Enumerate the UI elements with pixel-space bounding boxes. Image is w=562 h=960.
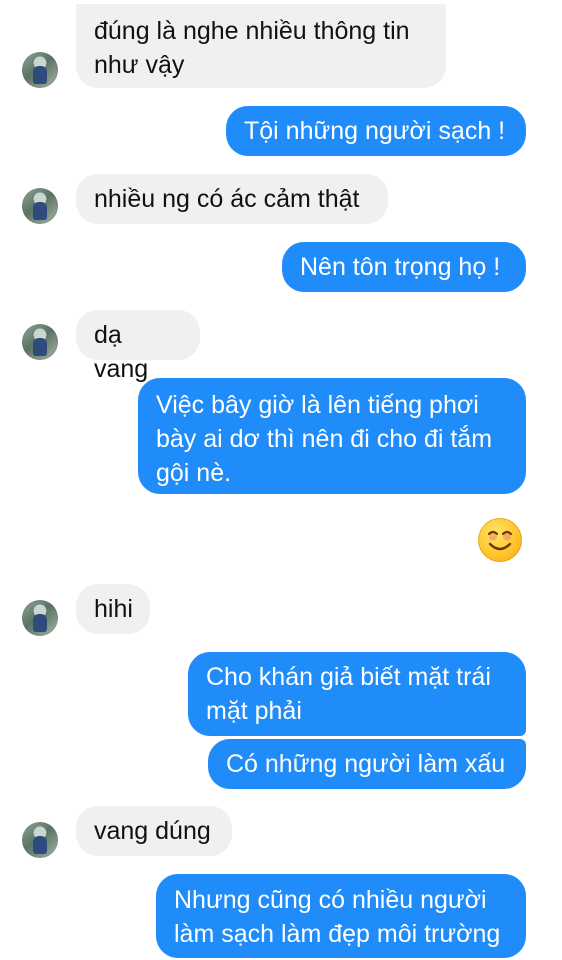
outgoing-message[interactable]: Việc bây giờ là lên tiếng phơi bày ai dơ… (138, 378, 526, 494)
incoming-message[interactable]: vang dúng (76, 806, 232, 856)
smiling-face-emoji-icon (478, 518, 522, 562)
outgoing-message[interactable]: Tội những người sạch ! (226, 106, 526, 156)
contact-avatar[interactable] (22, 600, 58, 636)
incoming-message[interactable]: đúng là nghe nhiều thông tin như vậy (76, 4, 446, 88)
outgoing-message[interactable]: Cho khán giả biết mặt trái mặt phải (188, 652, 526, 736)
contact-avatar[interactable] (22, 324, 58, 360)
contact-avatar[interactable] (22, 822, 58, 858)
incoming-message[interactable]: nhiều ng có ác cảm thật (76, 174, 388, 224)
outgoing-message[interactable]: Có những người làm xấu (208, 739, 526, 789)
contact-avatar[interactable] (22, 52, 58, 88)
contact-avatar[interactable] (22, 188, 58, 224)
incoming-message[interactable]: hihi (76, 584, 150, 634)
incoming-message[interactable]: dạ vang (76, 310, 200, 383)
outgoing-message[interactable]: Nhưng cũng có nhiều người làm sạch làm đ… (156, 874, 526, 958)
chat-thread: đúng là nghe nhiều thông tin như vậy Tội… (0, 0, 562, 960)
outgoing-message[interactable]: Nên tôn trọng họ ! (282, 242, 526, 292)
